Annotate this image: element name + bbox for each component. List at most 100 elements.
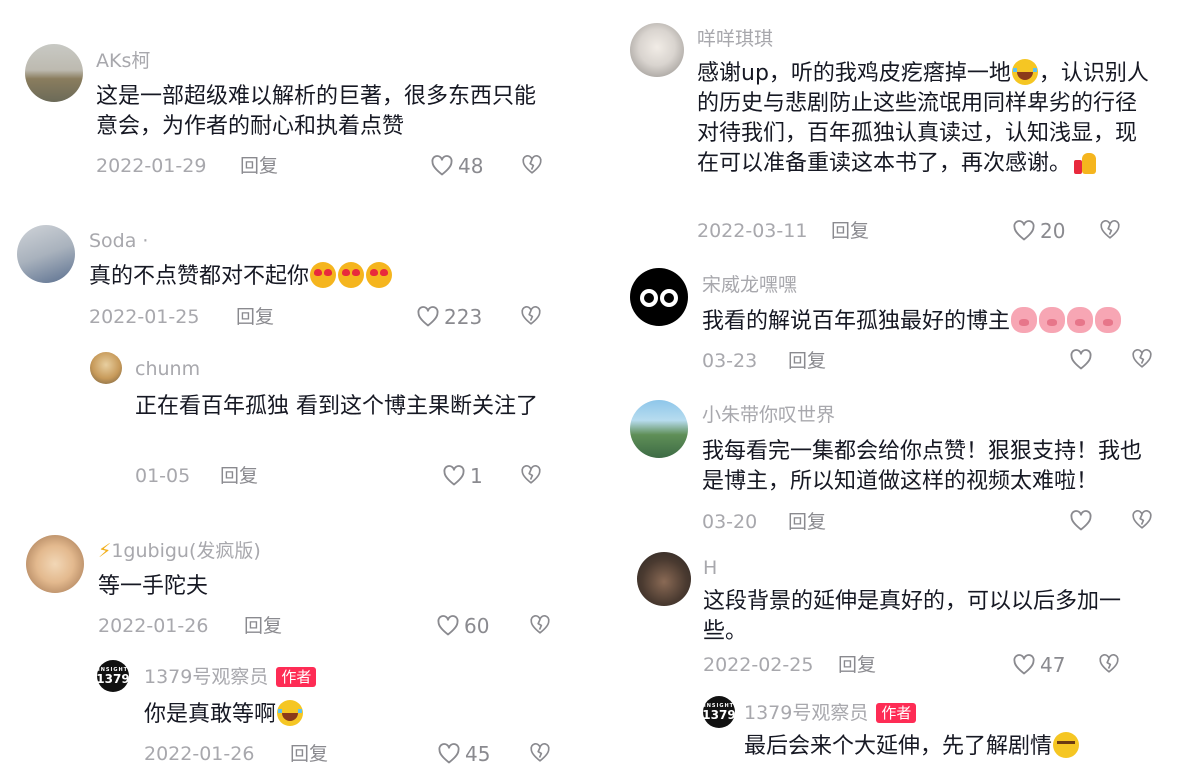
username[interactable]: 1379号观察员 作者 — [144, 666, 317, 688]
thinking-emoji-icon — [1053, 732, 1080, 758]
reply-button[interactable]: 回复 — [788, 511, 826, 533]
love-eyes-emoji-icon — [310, 262, 337, 288]
like-button[interactable]: 20 — [1012, 219, 1065, 243]
heart-icon — [442, 464, 466, 488]
like-icon[interactable] — [1069, 348, 1093, 372]
reply-button[interactable]: 回复 — [290, 743, 328, 765]
dislike-icon[interactable] — [521, 154, 543, 176]
pig-face-emoji-icon — [1039, 307, 1066, 333]
username[interactable]: 咩咩琪琪 — [697, 28, 773, 50]
username[interactable]: 宋威龙嘿嘿 — [702, 274, 797, 296]
comment-date: 2022-02-25 — [703, 654, 814, 676]
username-text: 1379号观察员 — [144, 666, 269, 688]
like-button[interactable]: 1 — [442, 464, 483, 488]
dislike-icon[interactable] — [529, 742, 551, 764]
comment-date: 2022-01-29 — [96, 155, 207, 177]
comment-text: 这段背景的延伸是真好的，可以以后多加一些。 — [703, 589, 1122, 644]
like-button[interactable]: 60 — [436, 614, 489, 638]
like-icon[interactable] — [1069, 509, 1093, 533]
like-count: 60 — [464, 614, 490, 638]
heart-icon — [1012, 219, 1036, 243]
heart-icon — [436, 614, 460, 638]
avatar[interactable] — [26, 535, 84, 593]
author-badge: 作者 — [276, 667, 317, 687]
avatar[interactable] — [17, 225, 75, 283]
reply-button[interactable]: 回复 — [788, 350, 826, 372]
avatar[interactable] — [630, 400, 688, 458]
avatar[interactable] — [630, 23, 684, 77]
dislike-icon[interactable] — [1099, 219, 1121, 241]
author-avatar[interactable]: INSIGHT 1379 — [96, 660, 130, 692]
reply-button[interactable]: 回复 — [236, 306, 274, 328]
username[interactable]: 1379号观察员 作者 — [744, 702, 917, 724]
comment-text: 等一手陀夫 — [98, 574, 209, 599]
pig-face-emoji-icon — [1011, 307, 1038, 333]
dislike-icon[interactable] — [1131, 509, 1153, 531]
username[interactable]: ⚡1gubigu(发疯版) — [98, 540, 261, 562]
comment-text: 最后会来个大延伸，先了解剧情 — [744, 732, 1164, 762]
like-button[interactable]: 45 — [437, 742, 490, 766]
like-count: 20 — [1040, 219, 1066, 243]
like-count: 1 — [470, 464, 483, 488]
comment-date: 03-23 — [702, 350, 758, 372]
pig-face-emoji-icon — [1067, 307, 1094, 333]
comment-date: 03-20 — [702, 511, 758, 533]
comment-text: 这是一部超级难以解析的巨著，很多东西只能意会，为作者的耐心和执着点赞 — [96, 84, 537, 139]
dislike-icon[interactable] — [1131, 348, 1153, 370]
avatar[interactable] — [630, 268, 688, 326]
reply-button[interactable]: 回复 — [220, 465, 258, 487]
username[interactable]: Soda · — [89, 230, 148, 252]
reply-button[interactable]: 回复 — [838, 654, 876, 676]
reply-button[interactable]: 回复 — [831, 220, 869, 242]
username[interactable]: AKs柯 — [96, 50, 150, 72]
lightning-icon: ⚡ — [98, 540, 112, 562]
dislike-icon[interactable] — [1098, 653, 1120, 675]
tears-of-joy-emoji-icon — [1011, 59, 1038, 85]
dislike-icon[interactable] — [529, 614, 551, 636]
like-button[interactable]: 47 — [1012, 653, 1065, 677]
reply-button[interactable]: 回复 — [240, 155, 278, 177]
author-badge: 作者 — [876, 703, 917, 723]
like-count: 223 — [444, 305, 483, 329]
comment-text-content: 你是真敢等啊 — [144, 702, 277, 727]
logo-big-text: 1379 — [96, 672, 130, 686]
like-count: 45 — [465, 742, 491, 766]
comment-text: 真的不点赞都对不起你 — [89, 262, 549, 292]
eye-icon — [640, 289, 658, 307]
avatar[interactable] — [90, 352, 122, 384]
avatar[interactable] — [25, 44, 83, 102]
comment-text: 我看的解说百年孤独最好的博主 — [702, 307, 1172, 337]
heart-icon — [430, 154, 454, 178]
username[interactable]: H — [703, 557, 717, 579]
love-eyes-emoji-icon — [338, 262, 365, 288]
eye-icon — [660, 289, 678, 307]
heart-icon — [1012, 653, 1036, 677]
comment-date: 01-05 — [135, 465, 191, 487]
comment-text: 感谢up，听的我鸡皮疙瘩掉一地 ，认识别人的历史与悲剧防止这些流氓用同样卑劣的行径… — [697, 59, 1157, 179]
comment-date: 2022-01-26 — [144, 743, 255, 765]
like-button[interactable]: 223 — [416, 305, 482, 329]
comment-text-a: 感谢up，听的我鸡皮疙瘩掉一地 — [697, 61, 1011, 86]
comment-text-content: 最后会来个大延伸，先了解剧情 — [744, 734, 1053, 759]
comment-text-content: 我看的解说百年孤独最好的博主 — [702, 309, 1011, 334]
left-comment-column: AKs柯 这是一部超级难以解析的巨著，很多东西只能意会，为作者的耐心和执着点赞 … — [0, 0, 593, 775]
username-text: 1gubigu(发疯版) — [111, 540, 261, 562]
username-text: 1379号观察员 — [744, 702, 869, 724]
avatar[interactable] — [637, 552, 691, 606]
author-avatar[interactable]: INSIGHT 1379 — [702, 696, 736, 728]
thumbs-up-emoji-icon — [1072, 149, 1098, 175]
love-eyes-emoji-icon — [366, 262, 393, 288]
heart-icon — [437, 742, 461, 766]
dislike-icon[interactable] — [520, 464, 542, 486]
right-comment-column: 咩咩琪琪 感谢up，听的我鸡皮疙瘩掉一地 ，认识别人的历史与悲剧防止这些流氓用同样… — [593, 0, 1187, 775]
dislike-icon[interactable] — [520, 305, 542, 327]
comment-text: 我每看完一集都会给你点赞！狠狠支持！我也是博主，所以知道做这样的视频太难啦！ — [702, 439, 1143, 494]
comment-date: 2022-01-25 — [89, 306, 200, 328]
username[interactable]: chunm — [135, 358, 200, 380]
like-button[interactable]: 48 — [430, 154, 483, 178]
username[interactable]: 小朱带你叹世界 — [702, 404, 835, 426]
logo-big-text: 1379 — [702, 708, 736, 722]
reply-button[interactable]: 回复 — [244, 615, 282, 637]
comment-date: 2022-03-11 — [697, 220, 808, 242]
tears-of-joy-emoji-icon — [277, 700, 304, 726]
